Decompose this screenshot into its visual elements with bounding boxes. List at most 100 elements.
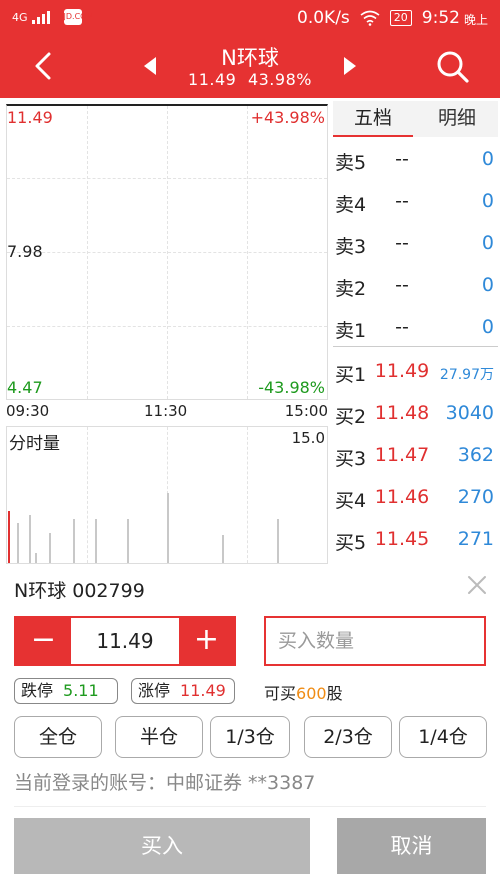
ask-price: -- [395,190,409,212]
position-two-thirds-button[interactable]: 2/3仓 [304,716,392,758]
status-right: 0.0K/s 20 9:52 晚上 [297,7,488,28]
ask-row: 卖1 -- 0 [333,307,498,349]
quantity-input[interactable]: 买入数量 [264,616,486,666]
order-book-tabs: 五档 明细 [333,101,498,137]
clock: 9:52 [421,7,460,28]
bid-price: 11.49 [374,360,430,382]
status-left: 4G JD.COM [12,9,93,25]
header-price: 11.49 [188,70,237,89]
position-full-button[interactable]: 全仓 [14,716,102,758]
limit-up-price[interactable]: 涨停 11.49 [131,678,235,704]
divider [14,806,486,807]
chart-top-price: 11.49 [7,108,53,127]
time-end: 15:00 [284,402,328,420]
battery-icon: 20 [389,9,412,26]
volume-bar [95,519,97,563]
order-book-divider [333,346,498,347]
ask-volume: 0 [481,190,494,212]
wifi-icon [360,10,380,26]
limit-up-label: 涨停 [138,681,171,700]
volume-chart[interactable]: 分时量 15.0 [6,426,328,564]
bid-label: 买2 [335,406,367,428]
ask-row: 卖4 -- 0 [333,181,498,223]
signal-icon [31,10,50,24]
position-quarter-button[interactable]: 1/4仓 [399,716,487,758]
grid-line [7,326,327,327]
can-buy-prefix: 可买 [264,684,297,703]
grid-line [247,427,248,563]
network-speed: 0.0K/s [297,7,350,28]
limit-up-value: 11.49 [180,681,226,700]
ask-label: 卖1 [335,320,367,342]
search-icon[interactable] [436,50,470,84]
volume-bar [127,519,129,563]
ask-volume: 0 [481,274,494,296]
bid-label: 买1 [335,364,367,386]
tab-trade-detail[interactable]: 明细 [417,101,497,137]
ask-row: 卖2 -- 0 [333,265,498,307]
bid-label: 买4 [335,490,367,512]
chart-top-pct: +43.98% [250,108,325,127]
volume-bar [8,511,10,563]
volume-max: 15.0 [291,429,325,447]
bid-price: 11.46 [374,486,430,508]
bid-row: 买5 11.45 271 [333,519,498,561]
bid-volume: 362 [457,444,494,466]
bid-volume: 27.97万 [439,367,494,383]
order-book: 五档 明细 卖5 -- 0 卖4 -- 0 卖3 -- 0 卖2 -- 0 卖1… [333,101,498,565]
volume-bar [17,523,19,563]
ask-price: -- [395,316,409,338]
intraday-price-chart[interactable]: 11.49 +43.98% 7.98 4.47 -43.98% [6,104,328,400]
grid-line [87,427,88,563]
ask-volume: 0 [481,316,494,338]
tab-five-levels[interactable]: 五档 [333,101,413,137]
order-stock-label: N环球 002799 [14,580,145,602]
volume-bar [167,493,169,563]
price-increase-button[interactable]: + [179,618,234,664]
close-icon[interactable] [466,574,488,596]
previous-stock-icon[interactable] [142,56,158,76]
next-stock-icon[interactable] [342,56,358,76]
can-buy-text: 可买600股 [264,680,343,704]
volume-bar [29,515,31,563]
bid-volume: 271 [457,528,494,550]
ask-label: 卖4 [335,194,367,216]
clock-period: 晚上 [463,13,488,27]
time-start: 09:30 [6,402,50,420]
ask-volume: 0 [481,232,494,254]
back-icon[interactable] [28,50,60,82]
chart-bottom-pct: -43.98% [258,378,325,397]
ask-row: 卖5 -- 0 [333,139,498,181]
ask-label: 卖5 [335,152,367,174]
bid-label: 买5 [335,532,367,554]
time-axis: 09:30 11:30 15:00 [6,402,328,424]
chart-mid-price: 7.98 [7,242,43,261]
price-input[interactable]: 11.49 [71,618,179,664]
position-third-button[interactable]: 1/3仓 [210,716,290,758]
buy-button[interactable]: 买入 [14,818,310,874]
bid-price: 11.47 [374,444,430,466]
limit-down-label: 跌停 [21,681,54,700]
bid-label: 买3 [335,448,367,470]
price-decrease-button[interactable]: − [16,618,71,664]
ask-price: -- [395,232,409,254]
volume-bar [73,519,75,563]
buy-order-panel: N环球 002799 − 11.49 + 买入数量 跌停 5.11 涨停 11.49… [0,566,500,888]
bid-row: 买1 11.49 27.97万 [333,351,498,393]
bid-volume: 270 [457,486,494,508]
can-buy-unit: 股 [326,684,343,703]
grid-line [7,178,327,179]
bid-volume: 3040 [445,402,494,424]
volume-bar [222,535,224,563]
cancel-button[interactable]: 取消 [337,818,486,874]
volume-label: 分时量 [9,429,60,454]
can-buy-amount: 600 [296,684,327,703]
position-half-button[interactable]: 半仓 [115,716,203,758]
ask-row: 卖3 -- 0 [333,223,498,265]
app-notification-icon: JD.COM [63,9,93,25]
account-info: 当前登录的账号：中邮证券 **3387 [14,772,316,794]
bid-price: 11.48 [374,402,430,424]
limit-down-price[interactable]: 跌停 5.11 [14,678,118,704]
time-mid: 11:30 [144,402,188,420]
volume-bar [49,533,51,563]
